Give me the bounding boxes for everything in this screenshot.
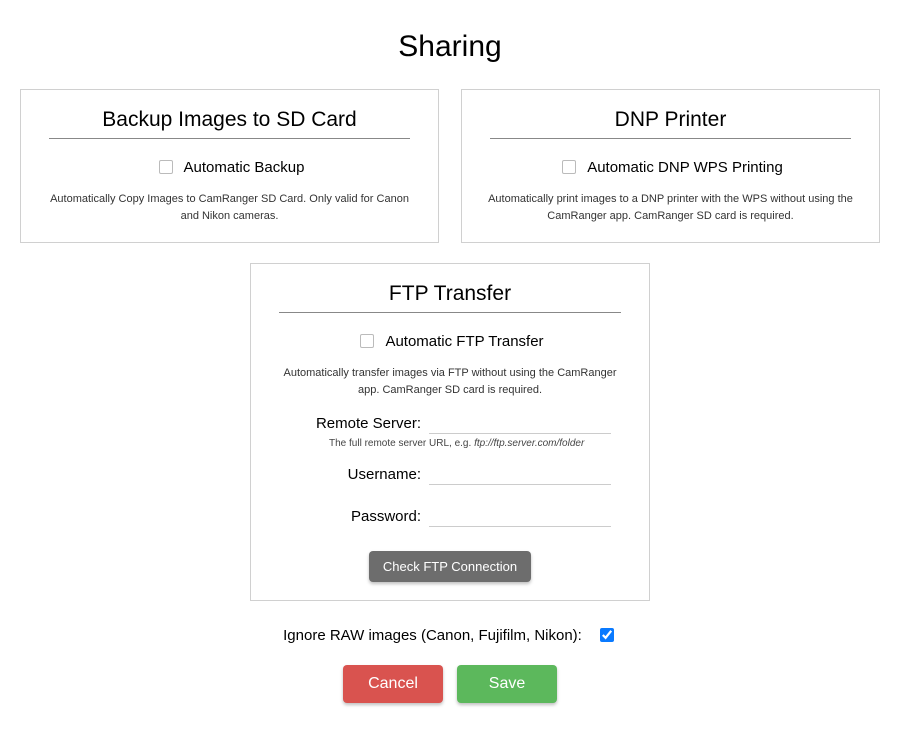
ftp-panel-row: FTP Transfer Automatic FTP Transfer Auto…: [20, 263, 880, 601]
ftp-check-wrap: Check FTP Connection: [269, 551, 631, 582]
top-panel-row: Backup Images to SD Card Automatic Backu…: [20, 89, 880, 243]
ftp-remote-label: Remote Server:: [289, 415, 429, 432]
dnp-checkbox-label: Automatic DNP WPS Printing: [587, 159, 783, 176]
ftp-panel: FTP Transfer Automatic FTP Transfer Auto…: [250, 263, 650, 601]
dnp-automatic-checkbox[interactable]: [562, 160, 576, 174]
ignore-raw-row: Ignore RAW images (Canon, Fujifilm, Niko…: [20, 625, 880, 645]
ftp-username-input[interactable]: [429, 463, 611, 485]
cancel-button[interactable]: Cancel: [343, 665, 443, 703]
dnp-checkbox-row: Automatic DNP WPS Printing: [480, 157, 861, 177]
backup-desc: Automatically Copy Images to CamRanger S…: [39, 191, 420, 224]
check-ftp-button[interactable]: Check FTP Connection: [369, 551, 531, 582]
ftp-password-label: Password:: [289, 508, 429, 525]
backup-checkbox-label: Automatic Backup: [184, 159, 305, 176]
ftp-remote-helper-prefix: The full remote server URL, e.g.: [329, 438, 474, 449]
save-button[interactable]: Save: [457, 665, 557, 703]
ftp-username-label: Username:: [289, 466, 429, 483]
ftp-checkbox-label: Automatic FTP Transfer: [385, 333, 543, 350]
ftp-remote-helper: The full remote server URL, e.g. ftp://f…: [329, 438, 611, 449]
dnp-desc: Automatically print images to a DNP prin…: [480, 191, 861, 224]
ftp-remote-row: Remote Server:: [289, 412, 611, 434]
ftp-username-row: Username:: [289, 463, 611, 485]
ftp-checkbox-row: Automatic FTP Transfer: [269, 331, 631, 351]
bottom-buttons: Cancel Save: [20, 665, 880, 703]
backup-checkbox-row: Automatic Backup: [39, 157, 420, 177]
ftp-password-input[interactable]: [429, 505, 611, 527]
ftp-remote-helper-example: ftp://ftp.server.com/folder: [474, 438, 584, 449]
ignore-raw-checkbox[interactable]: [600, 628, 614, 642]
dnp-panel-title: DNP Printer: [490, 108, 851, 139]
ftp-panel-title: FTP Transfer: [279, 282, 621, 313]
dnp-panel: DNP Printer Automatic DNP WPS Printing A…: [461, 89, 880, 243]
backup-automatic-checkbox[interactable]: [159, 160, 173, 174]
backup-panel: Backup Images to SD Card Automatic Backu…: [20, 89, 439, 243]
ftp-remote-input[interactable]: [429, 412, 611, 434]
ignore-raw-label: Ignore RAW images (Canon, Fujifilm, Niko…: [283, 627, 582, 644]
ftp-password-row: Password:: [289, 505, 611, 527]
page-title: Sharing: [20, 30, 880, 64]
ftp-automatic-checkbox[interactable]: [360, 334, 374, 348]
ftp-desc: Automatically transfer images via FTP wi…: [269, 365, 631, 398]
backup-panel-title: Backup Images to SD Card: [49, 108, 410, 139]
